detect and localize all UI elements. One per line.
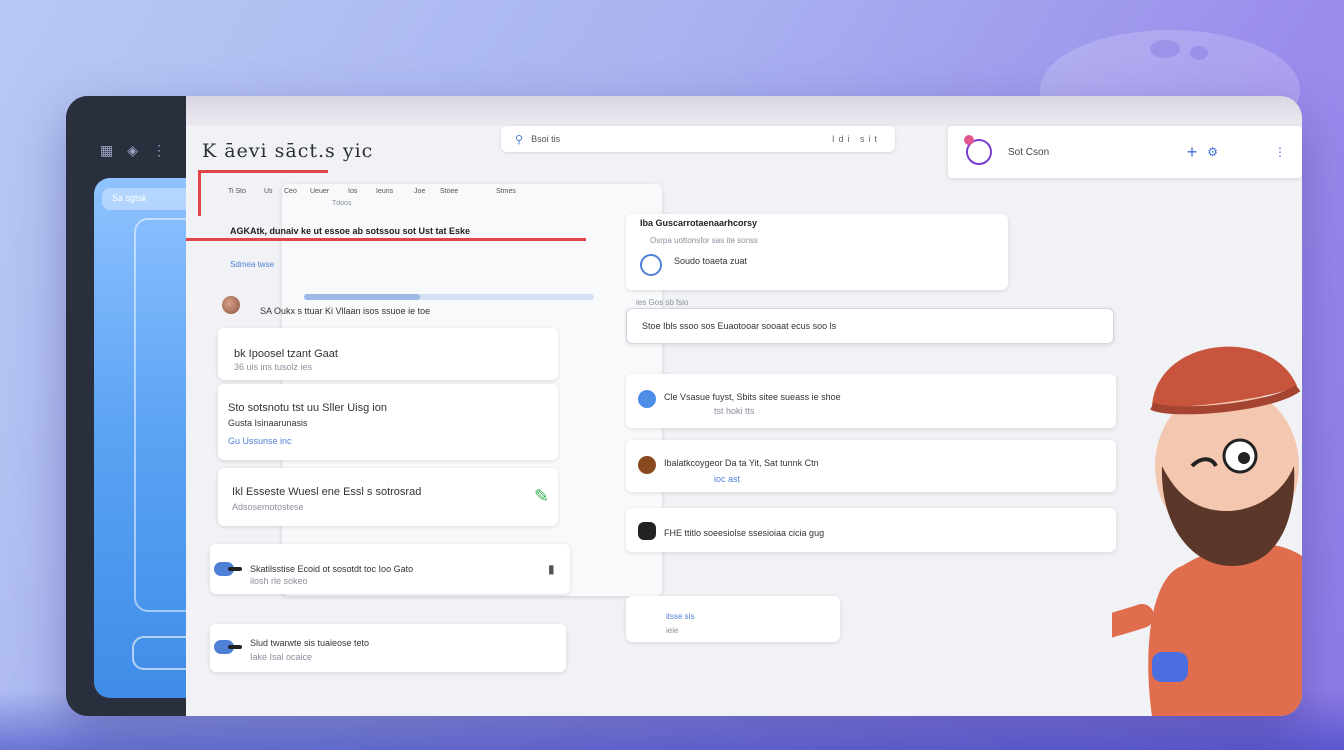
user-name[interactable]: Sot Cson <box>1008 147 1187 158</box>
feed-subtitle: Osrpa uottonsfor sas ite sonss <box>650 236 759 245</box>
feed-item-sub: ioc ast <box>714 474 741 484</box>
feed-item-title: FHE ttitlo soeesiolse ssesioiaa cicia gu… <box>664 528 825 538</box>
list-tab[interactable]: Ios <box>348 188 357 195</box>
avatar[interactable] <box>222 296 240 314</box>
avatar <box>638 456 656 474</box>
list-item-title[interactable]: SA Oukx s ttuar Ki Vllaan isos ssuoe ie … <box>260 306 430 316</box>
left-card-title: Slud twarwte sis tuaieose teto <box>250 638 370 648</box>
mascot-head <box>1150 346 1301 566</box>
list-tab[interactable]: Stmes <box>496 188 516 195</box>
toggle-icon <box>214 562 242 576</box>
feed-item-title: Cle Vsasue fuyst, Sbits sitee sueass ie … <box>664 392 841 402</box>
feed-bottom-card[interactable] <box>626 596 840 642</box>
main-content: K āevi sāct.s yic ⚲ Bsoi tis Idi sit Sot… <box>186 96 1302 716</box>
scroll-handle[interactable]: ▮ <box>548 562 555 576</box>
lock-icon[interactable]: ◈ <box>127 142 138 159</box>
list-tab[interactable]: Us <box>264 188 273 195</box>
list-item-title: Ikl Esseste Wuesl ene Essl s sotrosrad <box>232 486 422 498</box>
progress-bar <box>304 294 594 300</box>
plus-icon[interactable]: + <box>1187 142 1198 163</box>
list-item-meta: Gu Ussunse inc <box>228 436 292 446</box>
list-item-sub: Adsosemotostese <box>232 502 304 512</box>
left-card-title: Skatilsstise Ecoid ot sosotdt toc Ioo Ga… <box>250 564 414 574</box>
left-card-sub: Iake Isal ocaice <box>250 652 313 662</box>
feed-item-text[interactable]: Soudo toaeta zuat <box>674 256 747 266</box>
feed-item-sub: tst hoki tts <box>714 406 755 416</box>
highlight-bracket-top <box>198 170 328 173</box>
list-item-title: bk Ipoosel tzant Gaat <box>234 348 338 360</box>
mascot-body <box>1112 543 1302 716</box>
list-item-title: Sto sotsnotu tst uu Sller Uisg ion <box>228 402 387 414</box>
menu-icon[interactable]: ⋮ <box>152 142 166 159</box>
highlighted-task[interactable]: AGKAtk, dunaiv ke ut essoe ab sotssou so… <box>230 226 470 236</box>
progress-fill <box>304 294 420 300</box>
mascot-illustration <box>1112 346 1302 716</box>
background-blob <box>1190 46 1208 60</box>
highlight-underline <box>186 238 586 241</box>
left-rail-icons: ▦ ◈ ⋮ <box>100 142 166 159</box>
list-tab[interactable]: Ueuer <box>310 188 329 195</box>
left-card-sub: ilosh rle sokeo <box>250 576 308 586</box>
feed-bottom-sub: ieie <box>666 626 679 635</box>
search-filters[interactable]: Idi sit <box>832 134 881 144</box>
list-tab[interactable]: Ieuns <box>376 188 393 195</box>
title-bar <box>186 96 1302 126</box>
feed-item-title: Ibalatkcoygeor Da ta Yit, Sat tunnk Ctn <box>664 458 819 468</box>
avatar[interactable] <box>964 135 992 165</box>
settings-icon[interactable]: ⚙ <box>1207 145 1218 159</box>
list-tab[interactable]: Ti Sto <box>228 188 246 195</box>
feed-input-text[interactable]: Stoe Ibls ssoo sos Euaotooar sooaat ecus… <box>642 321 836 331</box>
edit-icon[interactable]: ✎ <box>534 486 549 507</box>
search-bar[interactable]: ⚲ Bsoi tis Idi sit <box>501 126 895 152</box>
feed-bottom-title: itsse sis <box>666 612 695 621</box>
highlight-bracket-left <box>198 170 201 216</box>
more-icon[interactable]: ⋮ <box>1274 145 1286 159</box>
left-card[interactable] <box>210 624 566 672</box>
search-icon: ⚲ <box>515 133 524 146</box>
list-tab[interactable]: Joe <box>414 188 425 195</box>
list-subtitle: Tdoos <box>332 200 352 207</box>
grid-icon[interactable]: ▦ <box>100 142 113 159</box>
background-blob <box>1150 40 1180 58</box>
cloud-icon <box>638 390 656 408</box>
list-tab[interactable]: Stoee <box>440 188 458 195</box>
sidebar-top-bar[interactable]: Sa sgtsk <box>102 188 192 210</box>
user-icon <box>638 522 656 540</box>
app-title: K āevi sāct.s yic <box>202 140 374 162</box>
feed-row-meta: ies Gos sb fsio <box>636 298 689 307</box>
feed-title: Iba Guscarrotaenaarhcorsy <box>640 218 758 228</box>
list-item-sub: 36 uis ins tusolz ies <box>234 362 313 372</box>
list-meta: Sdmea twse <box>230 260 275 269</box>
toggle-icon <box>214 640 242 654</box>
list-tab[interactable]: Ceo <box>284 188 297 195</box>
user-panel: Sot Cson + ⚙ ⋮ <box>948 126 1302 178</box>
app-window: ▦ ◈ ⋮ Sa sgtsk K āevi sāct.s yic ⚲ Bsoi … <box>66 96 1302 716</box>
list-item-sub: Gusta Isinaarunasis <box>228 418 308 428</box>
status-icon <box>640 254 662 276</box>
search-input[interactable]: Bsoi tis <box>531 134 832 144</box>
